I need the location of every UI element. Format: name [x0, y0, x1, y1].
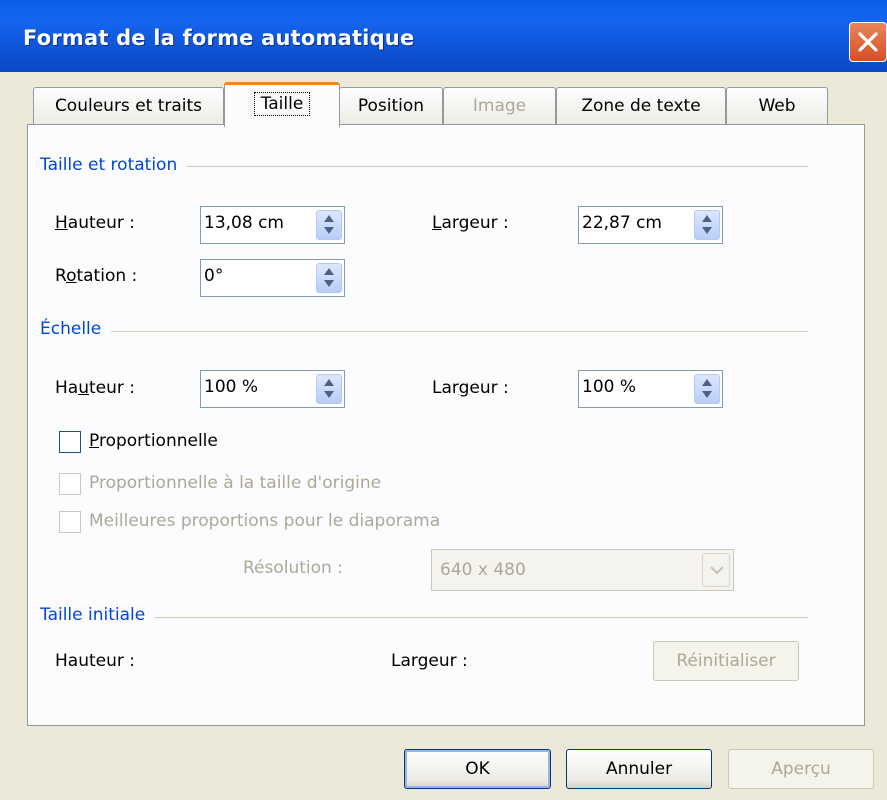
resolution-value: 640 x 480: [440, 560, 526, 580]
tab-taille[interactable]: Taille: [224, 82, 340, 127]
tab-label: Couleurs et traits: [54, 96, 203, 116]
lock-aspect-checkbox[interactable]: [59, 431, 81, 453]
scale-height-input[interactable]: [204, 377, 304, 397]
scale-height-label: Hauteur :: [55, 378, 136, 398]
spin-up-icon: [324, 268, 334, 275]
width-label: Largeur :: [432, 213, 509, 233]
spin-up-icon: [702, 215, 712, 222]
height-spin-button[interactable]: [316, 210, 342, 240]
height-spinner[interactable]: [200, 206, 345, 244]
tab-position[interactable]: Position: [339, 87, 443, 125]
spin-up-icon: [324, 379, 334, 386]
resolution-select: 640 x 480: [431, 549, 734, 591]
tab-zone-de-texte[interactable]: Zone de texte: [556, 87, 726, 125]
original-width-label: Largeur :: [391, 651, 468, 671]
spin-down-icon: [324, 391, 334, 398]
preview-button: Aperçu: [728, 749, 874, 789]
scale-width-input[interactable]: [582, 377, 682, 397]
section-title-scale: Échelle: [40, 319, 112, 339]
tab-web[interactable]: Web: [726, 87, 828, 125]
chevron-down-icon: [710, 566, 724, 575]
window-title: Format de la forme automatique: [23, 26, 415, 50]
scale-height-spin-button[interactable]: [316, 374, 342, 404]
scale-height-spinner[interactable]: [200, 370, 345, 408]
spin-down-icon: [324, 280, 334, 287]
spin-down-icon: [702, 391, 712, 398]
spin-down-icon: [702, 227, 712, 234]
best-scale-checkbox: [59, 511, 81, 533]
width-spinner[interactable]: [578, 206, 723, 244]
title-bar: Format de la forme automatique: [0, 0, 887, 72]
tab-label: Web: [758, 96, 796, 116]
tab-couleurs-et-traits[interactable]: Couleurs et traits: [33, 87, 224, 125]
rotation-spin-button[interactable]: [316, 263, 342, 293]
scale-width-label: Largeur :: [432, 378, 509, 398]
rotation-label: Rotation :: [55, 266, 138, 286]
close-button[interactable]: [849, 22, 887, 62]
width-input[interactable]: [582, 213, 682, 233]
resolution-label: Résolution :: [243, 558, 343, 578]
scale-width-spinner[interactable]: [578, 370, 723, 408]
ok-button[interactable]: OK: [404, 749, 551, 789]
tab-label: Image: [472, 96, 527, 116]
spin-up-icon: [702, 379, 712, 386]
spin-up-icon: [324, 215, 334, 222]
rotation-spinner[interactable]: [200, 259, 345, 297]
tab-image: Image: [443, 87, 556, 125]
scale-width-spin-button[interactable]: [694, 374, 720, 404]
width-spin-button[interactable]: [694, 210, 720, 240]
tab-label: Position: [357, 96, 425, 116]
height-label: Hauteur :: [55, 213, 136, 233]
relative-original-checkbox: [59, 473, 81, 495]
section-title-size-rotation: Taille et rotation: [40, 155, 188, 175]
cancel-button[interactable]: Annuler: [566, 749, 712, 789]
best-scale-label: Meilleures proportions pour le diaporama: [89, 511, 441, 531]
rotation-input[interactable]: [204, 266, 304, 286]
section-divider: [40, 331, 808, 332]
relative-original-label: Proportionnelle à la taille d'origine: [89, 473, 382, 493]
close-icon: [858, 32, 878, 52]
tab-label: Taille: [253, 92, 311, 116]
height-input[interactable]: [204, 213, 304, 233]
lock-aspect-label[interactable]: Proportionnelle: [89, 431, 218, 451]
section-title-original-size: Taille initiale: [40, 605, 156, 625]
tab-label: Zone de texte: [581, 96, 701, 116]
reset-button: Réinitialiser: [653, 641, 799, 681]
spin-down-icon: [324, 227, 334, 234]
original-height-label: Hauteur :: [55, 651, 135, 671]
dropdown-button: [702, 553, 730, 587]
